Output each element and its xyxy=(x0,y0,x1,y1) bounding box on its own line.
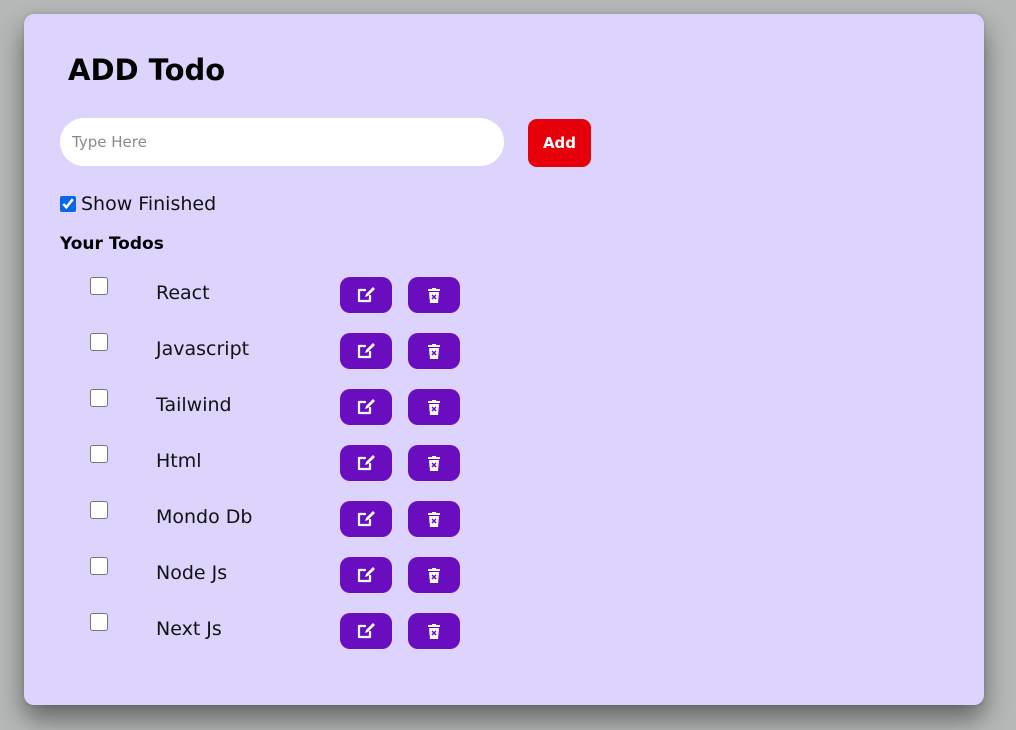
todos-heading: Your Todos xyxy=(60,234,164,254)
todo-label: Next Js xyxy=(156,618,222,640)
todo-label: React xyxy=(156,282,210,304)
trash-icon xyxy=(428,623,440,639)
todo-checkbox[interactable] xyxy=(90,445,108,463)
delete-button[interactable] xyxy=(408,557,460,593)
todo-checkbox[interactable] xyxy=(90,501,108,519)
todo-checkbox[interactable] xyxy=(90,277,108,295)
todo-checkbox[interactable] xyxy=(90,613,108,631)
delete-button[interactable] xyxy=(408,333,460,369)
edit-button[interactable] xyxy=(340,501,392,537)
delete-button[interactable] xyxy=(408,277,460,313)
todo-label: Node Js xyxy=(156,562,228,584)
edit-button[interactable] xyxy=(340,389,392,425)
todo-item: Tailwind xyxy=(24,389,984,445)
edit-button[interactable] xyxy=(340,277,392,313)
delete-button[interactable] xyxy=(408,613,460,649)
todo-checkbox[interactable] xyxy=(90,389,108,407)
todo-list: React Javascript Tailwind Html Mondo Db … xyxy=(24,277,984,669)
edit-icon xyxy=(356,398,376,416)
edit-button[interactable] xyxy=(340,445,392,481)
show-finished-label: Show Finished xyxy=(81,193,217,215)
todo-item: Html xyxy=(24,445,984,501)
page-title: ADD Todo xyxy=(68,53,226,87)
trash-icon xyxy=(428,343,440,359)
edit-icon xyxy=(356,566,376,584)
delete-button[interactable] xyxy=(408,501,460,537)
show-finished-toggle[interactable]: Show Finished xyxy=(60,192,216,216)
edit-icon xyxy=(356,622,376,640)
todo-label: Mondo Db xyxy=(156,506,253,528)
todo-card: ADD Todo Add Show Finished Your Todos Re… xyxy=(24,14,984,705)
todo-item: React xyxy=(24,277,984,333)
trash-icon xyxy=(428,399,440,415)
todo-label: Tailwind xyxy=(156,394,232,416)
edit-icon xyxy=(356,510,376,528)
todo-label: Html xyxy=(156,450,202,472)
edit-icon xyxy=(356,286,376,304)
todo-checkbox[interactable] xyxy=(90,333,108,351)
delete-button[interactable] xyxy=(408,445,460,481)
add-button[interactable]: Add xyxy=(528,119,591,167)
trash-icon xyxy=(428,287,440,303)
edit-icon xyxy=(356,342,376,360)
todo-item: Next Js xyxy=(24,613,984,669)
todo-label: Javascript xyxy=(156,338,250,360)
edit-button[interactable] xyxy=(340,613,392,649)
trash-icon xyxy=(428,455,440,471)
show-finished-checkbox[interactable] xyxy=(60,196,76,212)
todo-item: Javascript xyxy=(24,333,984,389)
edit-icon xyxy=(356,454,376,472)
trash-icon xyxy=(428,567,440,583)
todo-item: Node Js xyxy=(24,557,984,613)
todo-checkbox[interactable] xyxy=(90,557,108,575)
trash-icon xyxy=(428,511,440,527)
todo-input[interactable] xyxy=(60,118,504,166)
edit-button[interactable] xyxy=(340,333,392,369)
edit-button[interactable] xyxy=(340,557,392,593)
delete-button[interactable] xyxy=(408,389,460,425)
todo-item: Mondo Db xyxy=(24,501,984,557)
